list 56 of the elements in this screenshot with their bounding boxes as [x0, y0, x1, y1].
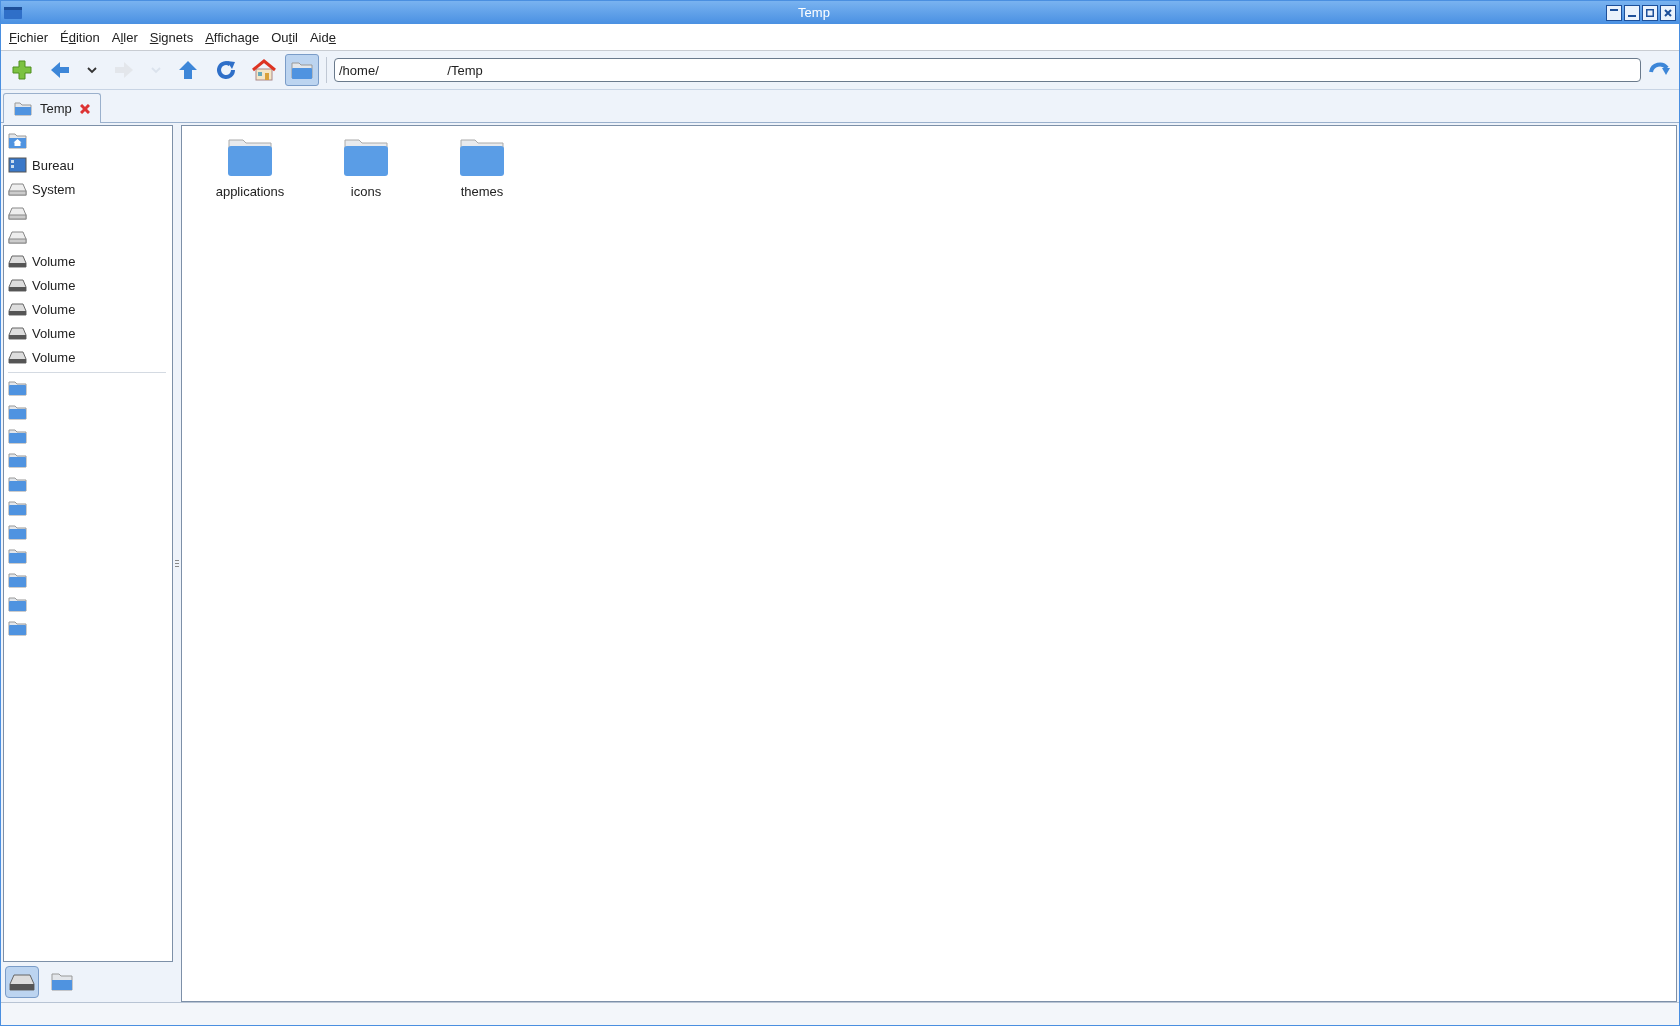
devices-view-button[interactable]: [5, 966, 39, 998]
tab[interactable]: Temp: [3, 93, 101, 123]
drive-icon[interactable]: [8, 302, 27, 316]
minimize-icon: [1628, 14, 1636, 17]
minimize-button[interactable]: [1624, 4, 1640, 21]
place-label[interactable]: System: [32, 181, 76, 197]
place-label[interactable]: Volume: [32, 253, 76, 269]
menu-item[interactable]: Outil: [265, 27, 304, 47]
menu-item[interactable]: Signets: [143, 27, 200, 47]
folder-icon[interactable]: [8, 404, 27, 420]
close-icon: [1664, 8, 1672, 17]
menu-item[interactable]: Affichage: [199, 27, 266, 47]
folder-button[interactable]: [285, 54, 319, 86]
maximize-button[interactable]: [1642, 4, 1658, 21]
tab-label: Temp: [40, 101, 72, 116]
drive-icon[interactable]: [8, 350, 27, 364]
drive-icon[interactable]: [8, 254, 27, 268]
folder-icon[interactable]: [8, 620, 27, 636]
menu-item[interactable]: Aide: [303, 27, 342, 47]
folder-icon: [50, 972, 74, 992]
window-icon: [4, 5, 22, 20]
file-name[interactable]: icons: [350, 184, 382, 199]
address-field[interactable]: /home/ /Temp: [334, 58, 1641, 82]
desktop-icon[interactable]: [8, 157, 27, 173]
folder-icon[interactable]: [8, 572, 27, 588]
folder-icon[interactable]: [8, 596, 27, 612]
close-tab-icon[interactable]: [79, 103, 90, 114]
place-label[interactable]: Volume: [32, 349, 76, 365]
folder-icon[interactable]: [8, 452, 27, 468]
close-button[interactable]: [1660, 4, 1676, 21]
file-name[interactable]: applications: [215, 184, 285, 199]
folder-icon[interactable]: [458, 138, 506, 178]
maximize-icon: [1646, 8, 1654, 17]
place-label[interactable]: Volume: [32, 301, 76, 317]
drive-icon[interactable]: [8, 278, 27, 292]
menu-item[interactable]: Édition: [54, 27, 106, 47]
place-label[interactable]: Volume: [32, 277, 76, 293]
folder-icon[interactable]: [226, 138, 274, 178]
folder-icon[interactable]: [8, 380, 27, 396]
folder-icon[interactable]: [8, 500, 27, 516]
menu-item[interactable]: Aller: [105, 27, 144, 47]
place-label[interactable]: Bureau: [32, 157, 74, 173]
folder-icon[interactable]: [8, 548, 27, 564]
place-label[interactable]: Volume: [32, 325, 76, 341]
drive-icon[interactable]: [8, 326, 27, 340]
folder-icon: [14, 101, 32, 116]
window-title: Temp: [797, 5, 831, 20]
folder-icon[interactable]: [8, 524, 27, 540]
folder-icon[interactable]: [8, 476, 27, 492]
file-name[interactable]: themes: [460, 184, 504, 199]
menu-item[interactable]: Fichier: [3, 27, 55, 47]
folder-icon[interactable]: [8, 428, 27, 444]
home-folder-icon[interactable]: [8, 133, 27, 149]
drive-icon: [9, 972, 35, 992]
shade-button[interactable]: [1606, 4, 1622, 21]
folder-icon[interactable]: [342, 138, 390, 178]
